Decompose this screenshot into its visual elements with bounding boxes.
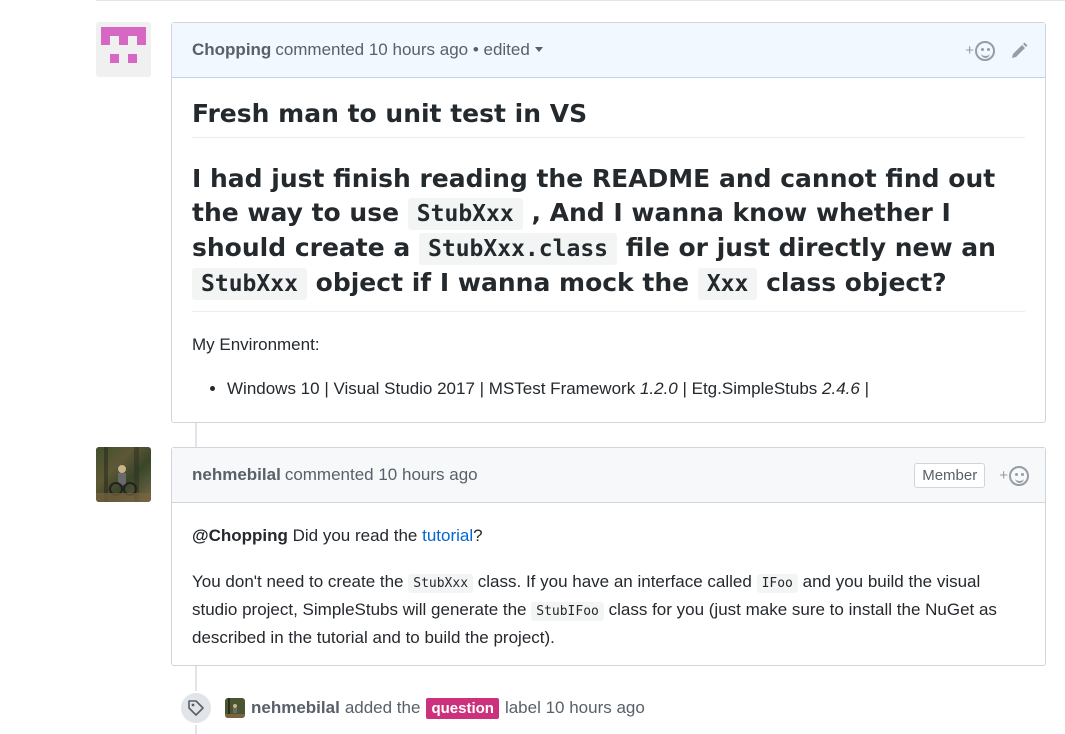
timeline-connector — [195, 423, 197, 447]
code-inline: IFoo — [756, 574, 798, 593]
code-inline: StubXxx — [192, 268, 307, 301]
environment-list: Windows 10 | Visual Studio 2017 | MSTest… — [192, 376, 1025, 402]
comment-author[interactable]: nehmebilal — [192, 465, 281, 485]
issue-heading: Fresh man to unit test in VS — [192, 78, 1025, 139]
avatar-nehmebilal-small[interactable] — [225, 698, 245, 718]
tag-icon-glyph — [188, 700, 204, 716]
code-inline: StubXxx — [408, 574, 474, 593]
event-suffix: label 10 hours ago — [504, 698, 645, 717]
comment-body: @Chopping Did you read the tutorial? You… — [172, 523, 1045, 651]
tag-icon — [179, 691, 213, 725]
add-reaction-button[interactable]: + — [965, 40, 995, 61]
issue-comment: nehmebilal commented 10 hours ago Member… — [171, 447, 1046, 666]
top-divider — [96, 0, 1065, 1]
plus-icon: + — [965, 42, 974, 59]
timeline-label-event: nehmebilal added the question label 10 h… — [179, 688, 645, 728]
smiley-icon — [1009, 465, 1029, 486]
question-heading: I had just finish reading the README and… — [192, 138, 1025, 313]
comment-header: Chopping commented 10 hours ago • edited… — [172, 23, 1045, 78]
code-inline: StubXxx.class — [419, 233, 618, 266]
smiley-icon — [975, 40, 995, 61]
edit-comment-button[interactable] — [1009, 41, 1029, 61]
code-inline: StubXxx — [407, 198, 523, 231]
avatar-photo — [96, 447, 151, 502]
avatar-nehmebilal[interactable] — [96, 447, 151, 502]
avatar-photo — [225, 698, 245, 718]
issue-comment: Chopping commented 10 hours ago • edited… — [171, 22, 1046, 423]
environment-label: My Environment: — [192, 335, 320, 355]
chevron-down-icon[interactable] — [534, 46, 543, 52]
comment-timestamp[interactable]: commented 10 hours ago • edited — [275, 40, 530, 60]
plus-icon: + — [999, 467, 1008, 484]
list-item: Windows 10 | Visual Studio 2017 | MSTest… — [227, 376, 1025, 402]
code-inline: StubIFoo — [531, 602, 604, 621]
comment-paragraph: @Chopping Did you read the tutorial? — [192, 526, 483, 545]
label-question[interactable]: question — [426, 697, 499, 719]
comment-author[interactable]: Chopping — [192, 40, 271, 60]
identicon — [101, 27, 146, 63]
comment-paragraph: You don't need to create the StubXxx cla… — [192, 572, 997, 647]
avatar-chopping[interactable] — [96, 22, 151, 77]
member-badge: Member — [914, 463, 986, 488]
add-reaction-button[interactable]: + — [999, 465, 1029, 486]
comment-body: Fresh man to unit test in VS I had just … — [172, 78, 1045, 402]
code-inline: Xxx — [697, 268, 758, 301]
comment-timestamp[interactable]: commented 10 hours ago — [285, 465, 478, 485]
event-actor[interactable]: nehmebilal — [251, 698, 340, 718]
pencil-icon — [1012, 42, 1028, 58]
comment-header: nehmebilal commented 10 hours ago Member… — [172, 448, 1045, 503]
tutorial-link[interactable]: tutorial — [422, 526, 473, 545]
event-action: added the — [344, 698, 421, 717]
user-mention[interactable]: @Chopping — [192, 526, 288, 545]
